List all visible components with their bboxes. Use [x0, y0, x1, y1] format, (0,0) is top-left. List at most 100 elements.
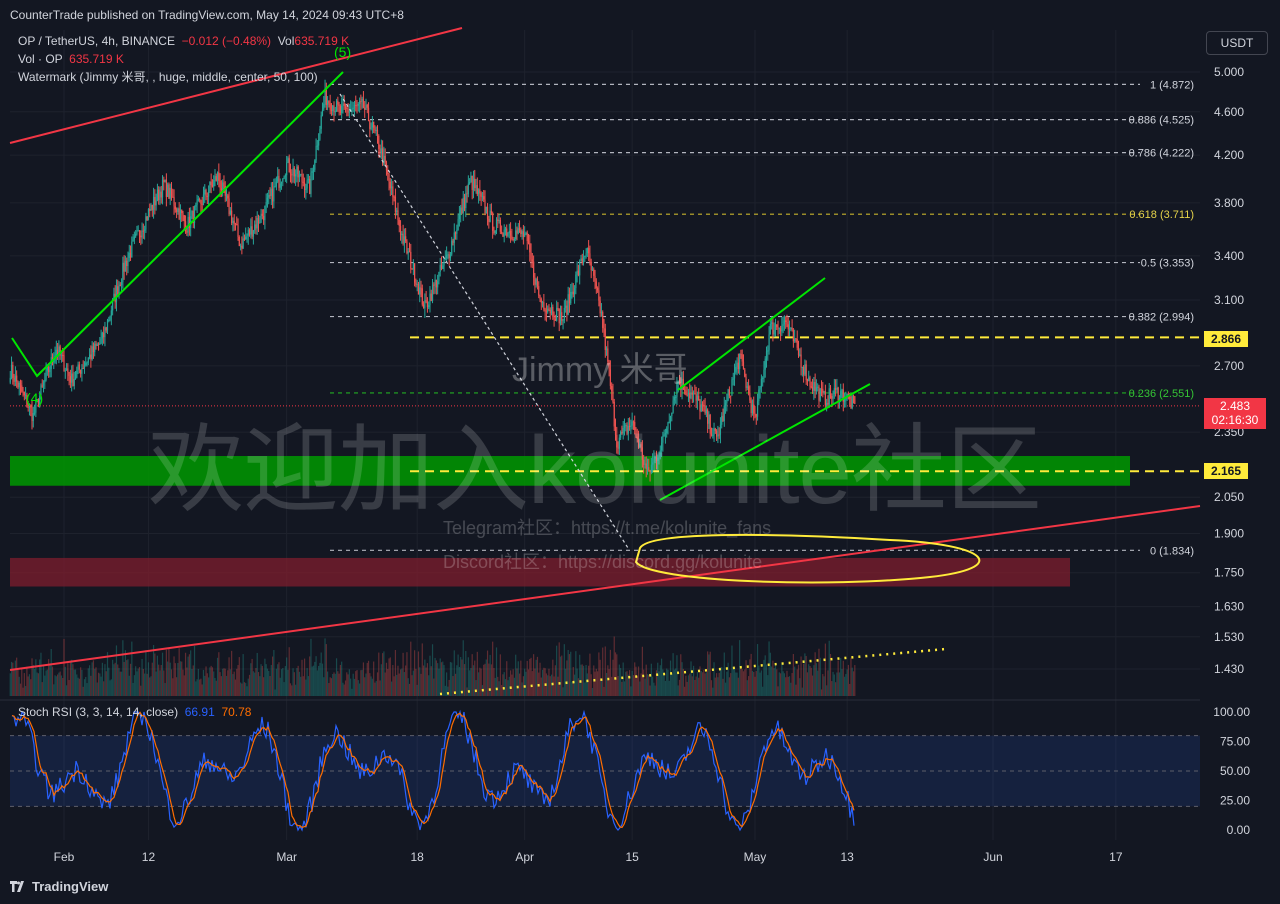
candle: [279, 178, 281, 193]
candle-body: [119, 284, 121, 286]
volume-bar: [31, 658, 33, 696]
candle-body: [358, 101, 361, 104]
candle-body: [538, 286, 540, 296]
tradingview-brand[interactable]: TradingView: [10, 879, 108, 894]
volume-bar: [152, 645, 155, 696]
candle-body: [293, 167, 295, 177]
volume-bar: [150, 676, 152, 696]
volume-bar: [405, 665, 407, 696]
candle-body: [167, 184, 169, 197]
currency-button[interactable]: USDT: [1206, 31, 1268, 55]
candle-body: [205, 189, 207, 196]
candle-body: [475, 185, 477, 189]
candle-body: [301, 174, 303, 182]
volume-bar: [438, 668, 440, 696]
candle-body: [801, 366, 803, 368]
volume-bar: [170, 669, 173, 696]
volume-bar: [106, 652, 109, 696]
candle-body: [781, 325, 783, 332]
candle: [135, 230, 137, 238]
candle: [557, 302, 559, 312]
volume-bar: [248, 674, 251, 696]
volume-bar: [145, 650, 147, 696]
candle: [795, 338, 797, 343]
volume-bar: [509, 670, 512, 696]
volume-bar: [320, 652, 322, 696]
stoch-legend[interactable]: Stoch RSI (3, 3, 14, 14, close) 66.91 70…: [18, 705, 251, 719]
volume-bar: [767, 675, 769, 696]
symbol-legend[interactable]: OP / TetherUS, 4h, BINANCE −0.012 (−0.48…: [18, 34, 349, 48]
candle: [33, 404, 36, 416]
candle: [342, 94, 344, 114]
candle: [438, 271, 440, 285]
volume-bar: [352, 673, 354, 696]
candle: [169, 183, 171, 206]
candle: [328, 100, 330, 108]
candle: [227, 193, 229, 207]
volume-bar: [429, 655, 431, 696]
volume-bar: [295, 684, 297, 696]
volume-bar: [480, 668, 482, 696]
price-tick-6: 2.700: [1214, 359, 1244, 373]
candle: [283, 175, 285, 180]
candle-body: [263, 215, 265, 221]
volume-bar: [579, 654, 581, 696]
candle-body: [440, 265, 443, 269]
candle-body: [124, 260, 127, 272]
candle-body: [335, 100, 338, 112]
candle: [243, 234, 246, 242]
candle-body: [216, 172, 219, 181]
candle: [110, 305, 112, 326]
volume-bar: [76, 674, 78, 696]
candle-body: [291, 174, 293, 176]
candle: [127, 251, 129, 274]
candle: [321, 102, 324, 117]
volume-bar: [343, 684, 345, 696]
volume-bar: [710, 680, 713, 696]
candle-body: [306, 180, 308, 189]
volume-bar: [570, 651, 572, 696]
candle: [335, 98, 338, 113]
candle: [548, 304, 550, 312]
candle-body: [149, 209, 151, 211]
candle-body: [95, 343, 97, 346]
candle: [570, 284, 572, 305]
candle-body: [222, 182, 224, 190]
last-price-countdown: 02:16:30: [1211, 413, 1259, 427]
candle: [732, 372, 734, 386]
volume-bar: [384, 672, 386, 696]
candle: [106, 318, 109, 335]
volume-bar: [707, 651, 709, 696]
candle: [378, 134, 380, 158]
volume-bar: [737, 677, 739, 696]
volume-bar: [118, 667, 120, 696]
volume-bar: [620, 667, 622, 696]
volume-bar: [119, 671, 121, 696]
candle-body: [341, 105, 343, 113]
volume-bar: [771, 666, 773, 696]
candle: [584, 255, 586, 262]
volume-bar: [146, 673, 148, 696]
candle: [536, 276, 539, 290]
volume-bar: [136, 671, 138, 696]
candle-body: [266, 197, 269, 203]
candle: [367, 102, 370, 122]
volume-bar: [151, 662, 153, 696]
watermark-legend[interactable]: Watermark (Jimmy 米哥, , huge, middle, cen…: [18, 68, 318, 85]
candle: [83, 361, 86, 374]
volume-bar: [289, 683, 292, 696]
candle: [132, 234, 134, 242]
volume-bar: [520, 660, 522, 696]
volume-bar: [716, 673, 718, 696]
candle-body: [447, 254, 449, 256]
fib-label-1: 1 (4.872): [1150, 79, 1194, 91]
volume-bar: [305, 679, 307, 696]
volume-bar: [832, 671, 834, 696]
candle: [58, 340, 60, 364]
volume-bar: [822, 674, 824, 696]
volume-bar: [516, 668, 518, 696]
volume-legend[interactable]: Vol · OP 635.719 K: [18, 52, 124, 66]
candle: [385, 160, 388, 176]
candle: [559, 305, 562, 326]
candle-body: [110, 310, 112, 316]
